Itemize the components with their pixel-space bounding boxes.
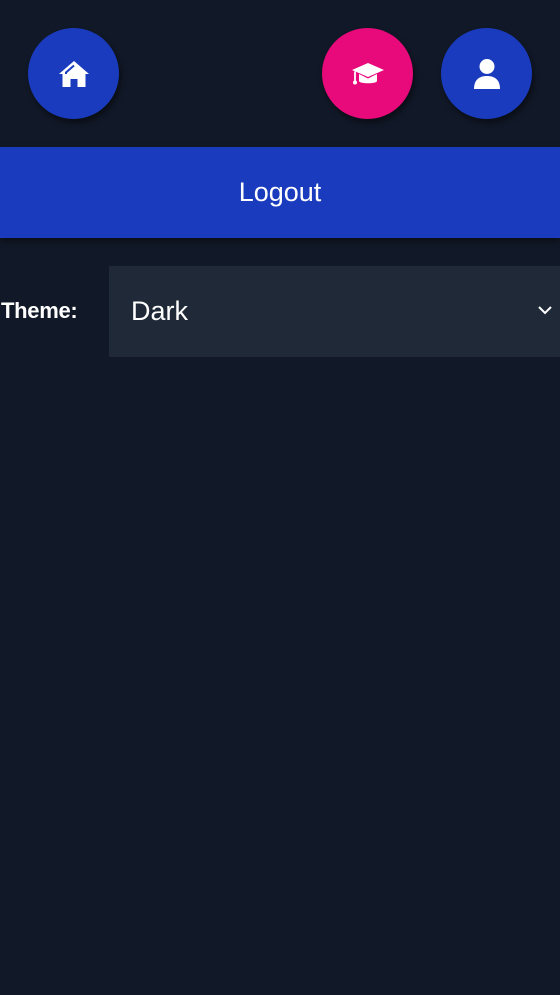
home-icon xyxy=(58,60,89,87)
profile-button[interactable] xyxy=(441,28,532,119)
graduation-cap-icon xyxy=(351,62,384,84)
logout-button[interactable]: Logout xyxy=(0,147,560,238)
courses-button[interactable] xyxy=(322,28,413,119)
theme-label: Theme: xyxy=(1,298,78,323)
page: Logout Theme: Dark xyxy=(0,0,560,995)
logout-label: Logout xyxy=(238,177,322,207)
user-icon xyxy=(473,58,500,89)
home-button[interactable] xyxy=(28,28,119,119)
theme-selected-value: Dark xyxy=(131,296,189,326)
theme-select[interactable]: Dark xyxy=(109,266,560,357)
chevron-down-icon xyxy=(538,306,552,315)
